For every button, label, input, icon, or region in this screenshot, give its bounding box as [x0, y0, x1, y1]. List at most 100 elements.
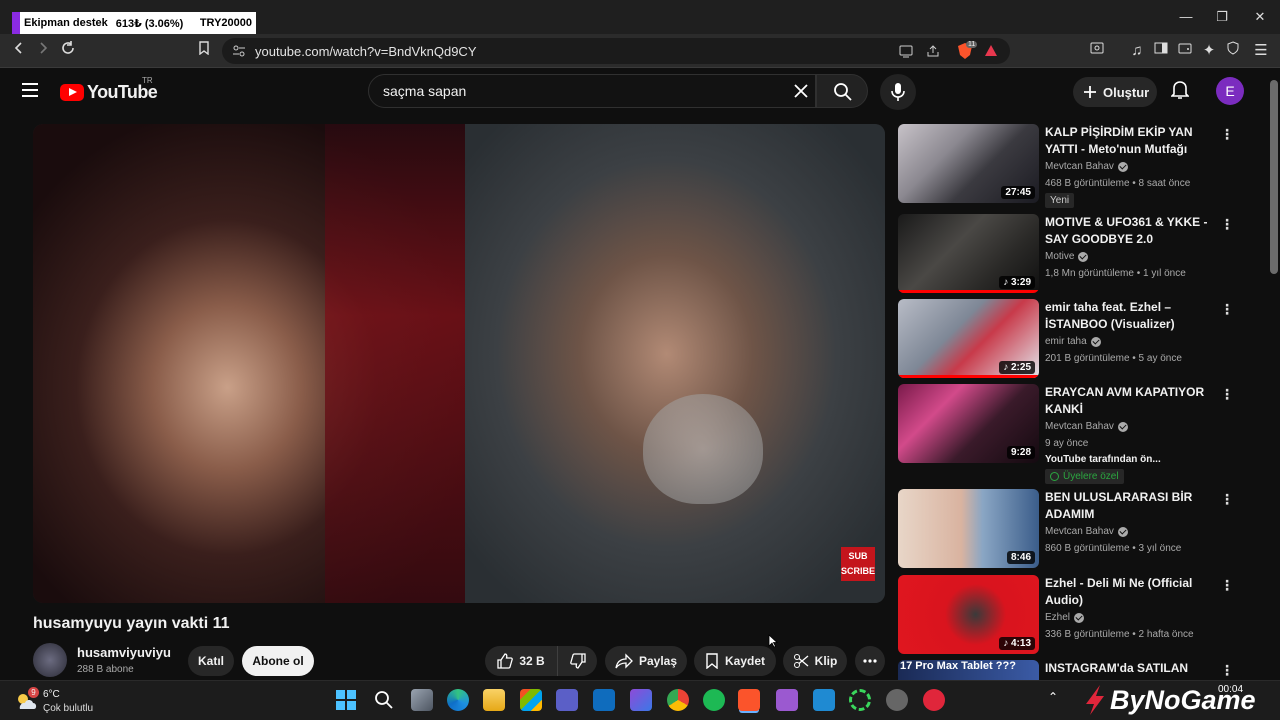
- more-vertical-icon[interactable]: ⋮: [1220, 577, 1234, 593]
- recommendation-item[interactable]: ♪ 4:13 Ezhel - Deli Mi Ne (Official Audi…: [898, 575, 1270, 654]
- search-query[interactable]: saçma sapan: [383, 83, 466, 99]
- search-button[interactable]: [816, 74, 868, 108]
- file-explorer-icon[interactable]: [483, 689, 505, 711]
- brave-rewards-icon[interactable]: [984, 44, 998, 63]
- save-button[interactable]: Kaydet: [694, 646, 776, 676]
- video-player[interactable]: SUB SCRIBE: [33, 124, 885, 603]
- like-button[interactable]: 32 B: [485, 646, 557, 676]
- video-title[interactable]: BEN ULUSLARARASI BİR ADAMIM: [1045, 489, 1217, 523]
- video-title[interactable]: KALP PİŞİRDİM EKİP YAN YATTI - Meto'nun …: [1045, 124, 1217, 158]
- obs-studio-icon[interactable]: [849, 689, 871, 711]
- video-thumbnail[interactable]: 8:46: [898, 489, 1039, 568]
- video-thumbnail[interactable]: 9:28: [898, 384, 1039, 463]
- subscribe-watermark[interactable]: SUB SCRIBE: [841, 547, 875, 581]
- vscode-icon[interactable]: [813, 689, 835, 711]
- teams-icon[interactable]: [556, 689, 578, 711]
- video-thumbnail[interactable]: ♪ 2:25: [898, 299, 1039, 378]
- reload-icon[interactable]: [57, 40, 79, 62]
- channel-avatar[interactable]: [33, 643, 67, 677]
- video-title[interactable]: emir taha feat. Ezhel – İSTANBOO (Visual…: [1045, 299, 1217, 333]
- search-taskbar-icon[interactable]: [374, 690, 394, 715]
- more-vertical-icon[interactable]: ⋮: [1220, 216, 1234, 232]
- back-icon[interactable]: [8, 40, 30, 62]
- more-vertical-icon[interactable]: ⋮: [1220, 301, 1234, 317]
- more-vertical-icon[interactable]: ⋮: [1220, 662, 1234, 678]
- windows-start-icon[interactable]: [336, 690, 356, 715]
- video-thumbnail[interactable]: ♪ 4:13: [898, 575, 1039, 654]
- video-title[interactable]: INSTAGRAM'da SATILAN: [1045, 660, 1217, 677]
- weather-widget[interactable]: 9 6°C Çok bulutlu: [14, 687, 104, 717]
- recommendation-item[interactable]: 17 Pro Max Tablet ??? INSTAGRAM'da SATIL…: [898, 660, 1270, 680]
- task-view-icon[interactable]: [411, 689, 433, 711]
- bookmark-icon[interactable]: [193, 40, 215, 62]
- channel-name[interactable]: Mevtcan Bahav: [1045, 421, 1128, 432]
- clip-button[interactable]: Klip: [783, 646, 847, 676]
- site-settings-icon[interactable]: [232, 44, 246, 63]
- recommendation-item[interactable]: ♪ 3:29 MOTIVE & UFO361 & YKKE - SAY GOOD…: [898, 214, 1270, 293]
- minimize-button[interactable]: —: [1166, 6, 1206, 28]
- recommendation-item[interactable]: 8:46 BEN ULUSLARARASI BİR ADAMIM Mevtcan…: [898, 489, 1270, 568]
- notifications-bell-icon[interactable]: [1170, 80, 1190, 105]
- spotify-icon[interactable]: [703, 689, 725, 711]
- dislike-button[interactable]: [557, 646, 597, 676]
- channel-name[interactable]: Ezhel: [1045, 612, 1085, 623]
- show-hidden-icons-chevron-icon[interactable]: ⌃: [1048, 690, 1058, 704]
- video-thumbnail[interactable]: ♪ 3:29: [898, 214, 1039, 293]
- photos-icon[interactable]: [630, 689, 652, 711]
- search-input[interactable]: saçma sapan: [368, 74, 816, 108]
- mouse-cursor: [768, 634, 779, 653]
- channel-name[interactable]: Mevtcan Bahav: [1045, 161, 1128, 172]
- recommendation-item[interactable]: 9:28 ERAYCAN AVM KAPATIYOR KANKİ Mevtcan…: [898, 384, 1270, 484]
- channel-name[interactable]: emir taha: [1045, 336, 1101, 347]
- recommendation-item[interactable]: ♪ 2:25 emir taha feat. Ezhel – İSTANBOO …: [898, 299, 1270, 378]
- channel-name[interactable]: Mevtcan Bahav: [1045, 526, 1128, 537]
- video-thumbnail[interactable]: 17 Pro Max Tablet ???: [898, 660, 1039, 680]
- channel-name[interactable]: husamviyuviyu: [77, 645, 171, 660]
- recommendation-item[interactable]: 27:45 KALP PİŞİRDİM EKİP YAN YATTI - Met…: [898, 124, 1270, 210]
- microsoft-store-icon[interactable]: [520, 689, 542, 711]
- more-vertical-icon[interactable]: ⋮: [1220, 126, 1234, 142]
- chrome-icon[interactable]: [667, 689, 689, 711]
- leo-ai-icon[interactable]: ✦: [1198, 40, 1220, 62]
- address-bar[interactable]: youtube.com/watch?v=BndVknQd9CY 11: [222, 38, 1010, 64]
- app-icon[interactable]: [886, 689, 908, 711]
- brave-shields-icon[interactable]: 11: [956, 41, 978, 60]
- taskbar-clock[interactable]: 00:04: [1218, 684, 1243, 695]
- brave-browser-icon[interactable]: [738, 689, 760, 711]
- create-button[interactable]: Oluştur: [1073, 77, 1157, 107]
- outlook-icon[interactable]: [593, 689, 615, 711]
- account-avatar[interactable]: E: [1216, 77, 1244, 105]
- menu-icon[interactable]: ☰: [1250, 40, 1272, 62]
- channel-label: Mevtcan Bahav: [1045, 161, 1114, 172]
- youtube-logo[interactable]: YouTube TR: [60, 76, 158, 103]
- video-title[interactable]: Ezhel - Deli Mi Ne (Official Audio): [1045, 575, 1217, 609]
- scrollbar-thumb[interactable]: [1270, 80, 1278, 274]
- video-title[interactable]: MOTIVE & UFO361 & YKKE - SAY GOODBYE 2.0: [1045, 214, 1217, 248]
- share-page-icon[interactable]: [926, 44, 940, 63]
- video-thumbnail[interactable]: 27:45: [898, 124, 1039, 203]
- forward-icon[interactable]: [32, 40, 54, 62]
- more-actions-button[interactable]: [855, 646, 885, 676]
- more-vertical-icon[interactable]: ⋮: [1220, 491, 1234, 507]
- vpn-icon[interactable]: [1222, 40, 1244, 62]
- close-window-button[interactable]: ✕: [1240, 6, 1280, 28]
- more-vertical-icon[interactable]: ⋮: [1220, 386, 1234, 402]
- visual-studio-icon[interactable]: [776, 689, 798, 711]
- clear-search-icon[interactable]: [793, 83, 809, 104]
- maximize-button[interactable]: ❐: [1202, 6, 1242, 28]
- sidebar-toggle-icon[interactable]: [1150, 40, 1172, 62]
- edge-browser-icon[interactable]: [447, 689, 469, 711]
- video-title[interactable]: ERAYCAN AVM KAPATIYOR KANKİ: [1045, 384, 1217, 418]
- reader-mode-icon[interactable]: [1086, 40, 1108, 62]
- hamburger-menu-icon[interactable]: [21, 82, 39, 103]
- recording-app-icon[interactable]: [923, 689, 945, 711]
- share-button[interactable]: Paylaş: [605, 646, 687, 676]
- url-text[interactable]: youtube.com/watch?v=BndVknQd9CY: [255, 44, 477, 59]
- join-button[interactable]: Katıl: [188, 646, 234, 676]
- channel-name[interactable]: Motive: [1045, 251, 1089, 262]
- voice-search-button[interactable]: [880, 74, 916, 110]
- subscribe-button[interactable]: Abone ol: [242, 646, 314, 676]
- cast-icon[interactable]: [898, 44, 914, 63]
- music-icon[interactable]: ♫: [1126, 40, 1148, 62]
- wallet-icon[interactable]: [1174, 40, 1196, 62]
